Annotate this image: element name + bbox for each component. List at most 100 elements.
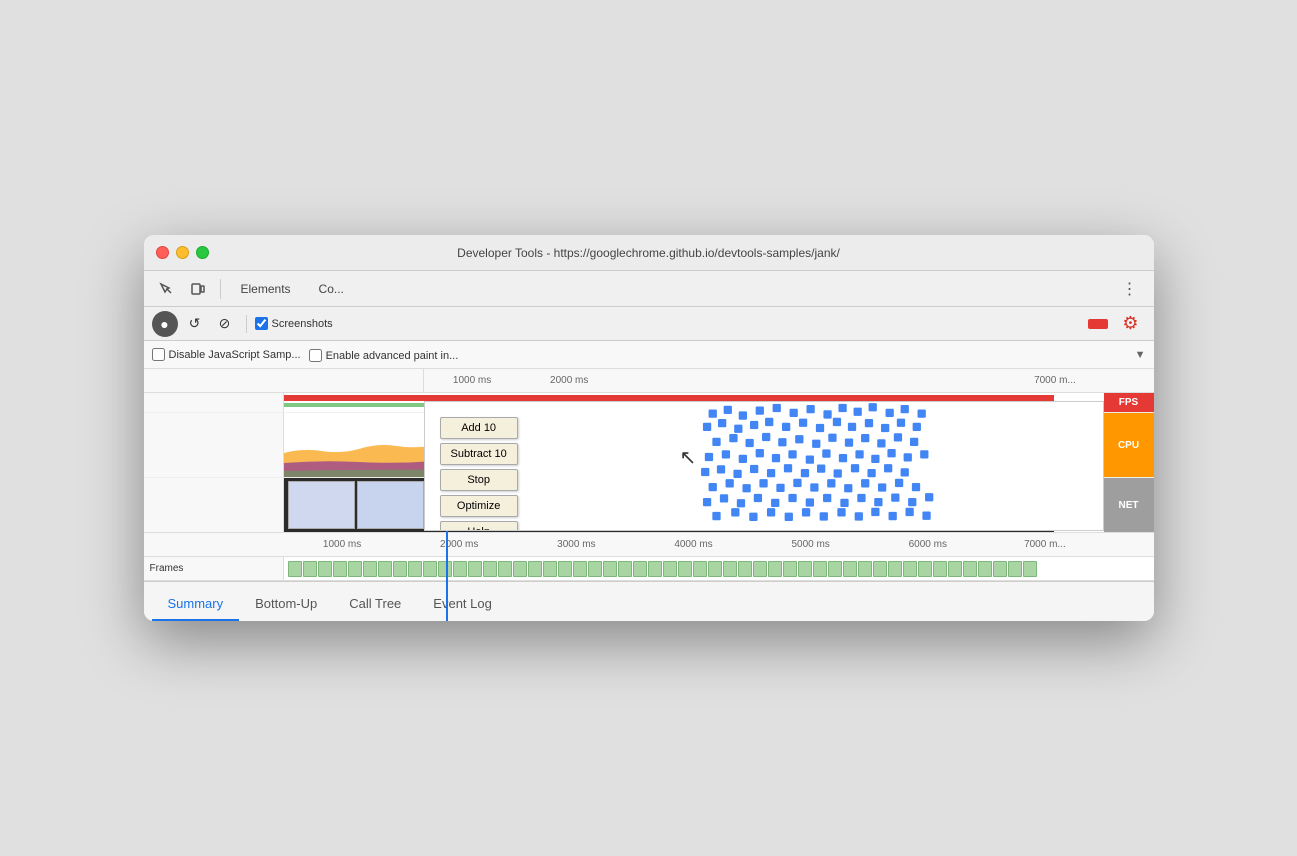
frame-block xyxy=(633,561,647,577)
inspect-icon-btn[interactable] xyxy=(152,275,180,303)
add-10-button[interactable]: Add 10 xyxy=(440,417,518,439)
top-time-ruler: 1000 ms 2000 ms | | | | 7000 m... xyxy=(144,369,1154,393)
frame-block xyxy=(303,561,317,577)
cpu-label-badge: CPU xyxy=(1104,413,1154,477)
settings-button[interactable]: ⚙ xyxy=(1116,309,1146,339)
dropdown-arrow[interactable]: ▼ xyxy=(1135,349,1146,361)
bottom-time-ruler: 1000 ms 2000 ms 3000 ms 4000 ms 5000 ms … xyxy=(144,533,1154,557)
enable-paint-checkbox[interactable]: Enable advanced paint in... xyxy=(309,349,459,362)
frame-block xyxy=(393,561,407,577)
close-button[interactable] xyxy=(156,246,169,259)
web-preview-overlay: Add 10 Subtract 10 Stop Optimize Help xyxy=(424,401,1104,531)
maximize-button[interactable] xyxy=(196,246,209,259)
frame-block xyxy=(993,561,1007,577)
frame-block xyxy=(708,561,722,577)
frame-block xyxy=(723,561,737,577)
frame-block xyxy=(873,561,887,577)
frame-block xyxy=(528,561,542,577)
frame-block xyxy=(978,561,992,577)
help-button[interactable]: Help xyxy=(440,521,518,531)
frame-block xyxy=(858,561,872,577)
screenshots-label xyxy=(144,478,284,532)
tab-call-tree[interactable]: Call Tree xyxy=(333,590,417,621)
more-tabs-button[interactable]: ⋮ xyxy=(1114,275,1146,303)
cpu-track-label xyxy=(144,413,284,477)
blue-dots-svg xyxy=(525,402,1103,530)
toolbar-divider xyxy=(246,315,247,333)
clear-button[interactable]: ⊘ xyxy=(212,311,238,337)
tab-summary[interactable]: Summary xyxy=(152,590,240,621)
frame-block xyxy=(603,561,617,577)
tab-event-log[interactable]: Event Log xyxy=(417,590,508,621)
tab-bottom-up[interactable]: Bottom-Up xyxy=(239,590,333,621)
frame-block xyxy=(963,561,977,577)
recording-indicator xyxy=(1088,319,1108,329)
frames-strip xyxy=(284,557,1054,580)
frame-block xyxy=(288,561,302,577)
window-title: Developer Tools - https://googlechrome.g… xyxy=(457,246,840,260)
frame-block xyxy=(333,561,347,577)
record-button[interactable]: ● xyxy=(152,311,178,337)
timeline-section: 1000 ms 2000 ms | | | | 7000 m... FPS xyxy=(144,369,1154,581)
frame-block xyxy=(588,561,602,577)
screenshot-thumb-2[interactable] xyxy=(357,481,424,529)
optimize-button[interactable]: Optimize xyxy=(440,495,518,517)
frame-block xyxy=(423,561,437,577)
frame-block xyxy=(318,561,332,577)
frame-block xyxy=(888,561,902,577)
frame-block xyxy=(753,561,767,577)
frame-block xyxy=(468,561,482,577)
frame-block xyxy=(348,561,362,577)
frame-block xyxy=(843,561,857,577)
frame-block xyxy=(828,561,842,577)
frame-block xyxy=(618,561,632,577)
frame-block xyxy=(573,561,587,577)
frames-row: Frames xyxy=(144,557,1154,581)
frame-block xyxy=(408,561,422,577)
frame-block xyxy=(903,561,917,577)
frame-block xyxy=(438,561,452,577)
frame-block xyxy=(483,561,497,577)
frame-block xyxy=(1023,561,1037,577)
refresh-button[interactable]: ↺ xyxy=(182,311,208,337)
demo-buttons: Add 10 Subtract 10 Stop Optimize Help xyxy=(440,417,518,531)
tab-console[interactable]: Co... xyxy=(307,275,356,303)
mouse-cursor: ↖ xyxy=(680,445,697,470)
screenshot-thumb-1[interactable] xyxy=(288,481,355,529)
frame-block xyxy=(693,561,707,577)
frame-block xyxy=(513,561,527,577)
screenshots-checkbox[interactable]: Screenshots xyxy=(255,317,333,330)
performance-toolbar: ● ↺ ⊘ Screenshots ⚙ xyxy=(144,307,1154,341)
frame-block xyxy=(378,561,392,577)
frame-block xyxy=(813,561,827,577)
tab-elements[interactable]: Elements xyxy=(229,275,303,303)
fps-label-badge: FPS xyxy=(1104,393,1154,412)
frame-block xyxy=(783,561,797,577)
device-icon-btn[interactable] xyxy=(184,275,212,303)
stop-button[interactable]: Stop xyxy=(440,469,518,491)
frame-block xyxy=(498,561,512,577)
frame-block xyxy=(678,561,692,577)
options-row: Disable JavaScript Samp... Enable advanc… xyxy=(144,341,1154,369)
frame-block xyxy=(648,561,662,577)
tab-divider xyxy=(220,279,221,299)
frame-block xyxy=(543,561,557,577)
frame-block xyxy=(738,561,752,577)
bottom-tabs-bar: Summary Bottom-Up Call Tree Event Log xyxy=(144,581,1154,621)
subtract-10-button[interactable]: Subtract 10 xyxy=(440,443,518,465)
traffic-lights xyxy=(156,246,209,259)
frame-block xyxy=(663,561,677,577)
frame-block xyxy=(1008,561,1022,577)
frame-block xyxy=(768,561,782,577)
minimize-button[interactable] xyxy=(176,246,189,259)
disable-js-checkbox[interactable]: Disable JavaScript Samp... xyxy=(152,348,301,361)
devtools-tabs-bar: Elements Co... ⋮ xyxy=(144,271,1154,307)
frame-block xyxy=(363,561,377,577)
frame-block xyxy=(558,561,572,577)
frame-block xyxy=(453,561,467,577)
blue-dots-area: ↖ xyxy=(525,402,1103,530)
frame-block xyxy=(918,561,932,577)
fps-track-label xyxy=(144,393,284,412)
frame-block xyxy=(798,561,812,577)
frames-label: Frames xyxy=(144,557,284,580)
